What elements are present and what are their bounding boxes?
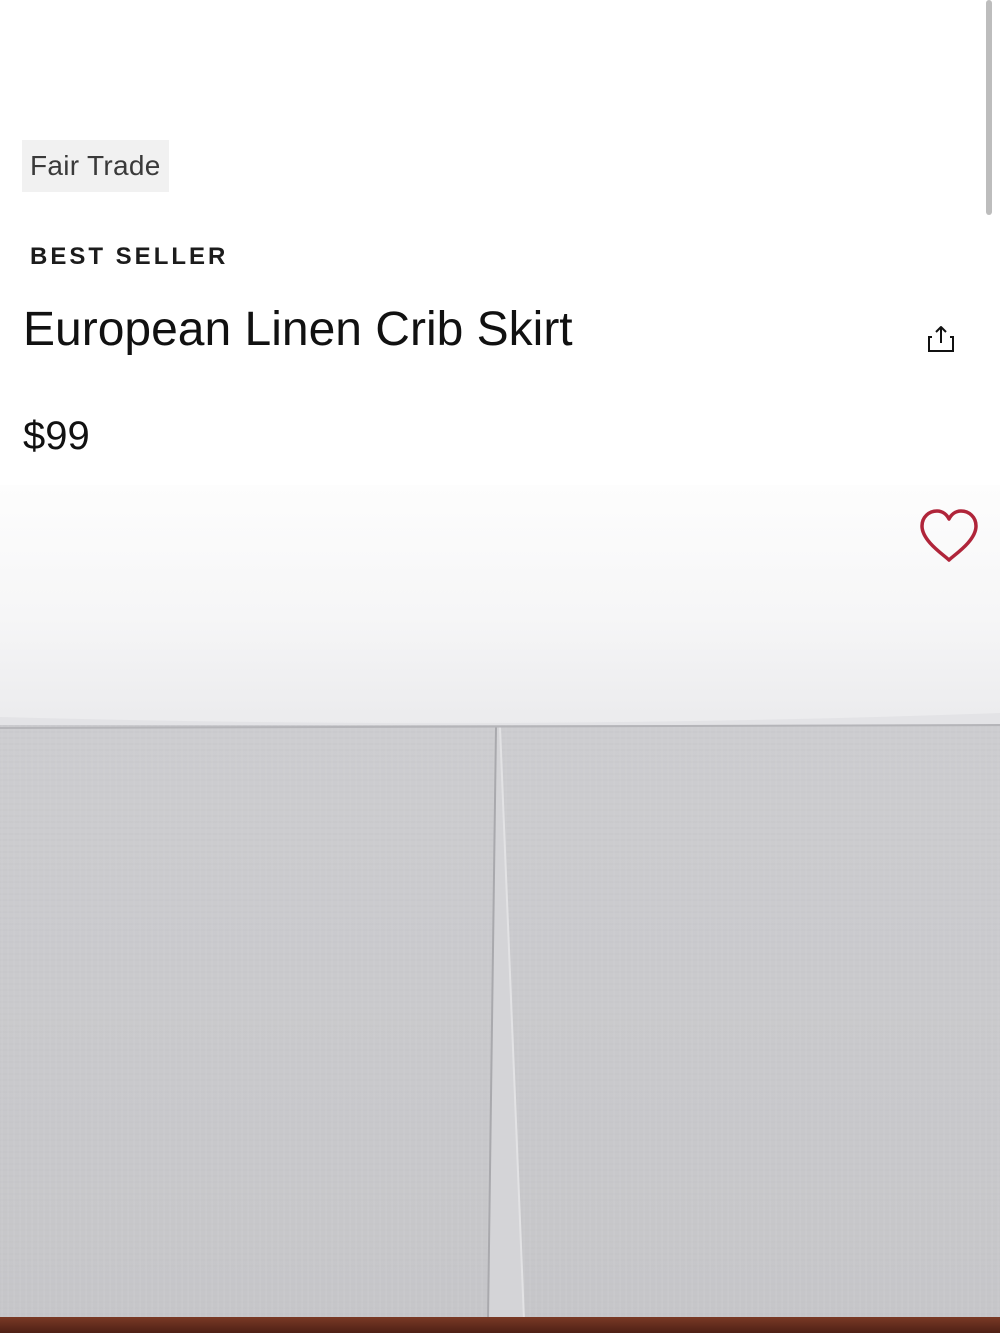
share-button[interactable] [922, 320, 960, 358]
fair-trade-badge: Fair Trade [22, 140, 169, 192]
crib-skirt-photo [0, 485, 1000, 1333]
best-seller-label: BEST SELLER [30, 243, 229, 270]
heart-icon [920, 509, 978, 562]
favorite-button[interactable] [917, 507, 981, 565]
scrollbar[interactable] [986, 0, 992, 215]
product-title: European Linen Crib Skirt [23, 303, 573, 356]
fair-trade-badge-label: Fair Trade [30, 150, 161, 181]
share-icon [928, 326, 954, 352]
product-price: $99 [23, 414, 90, 458]
product-image[interactable] [0, 485, 1000, 1333]
